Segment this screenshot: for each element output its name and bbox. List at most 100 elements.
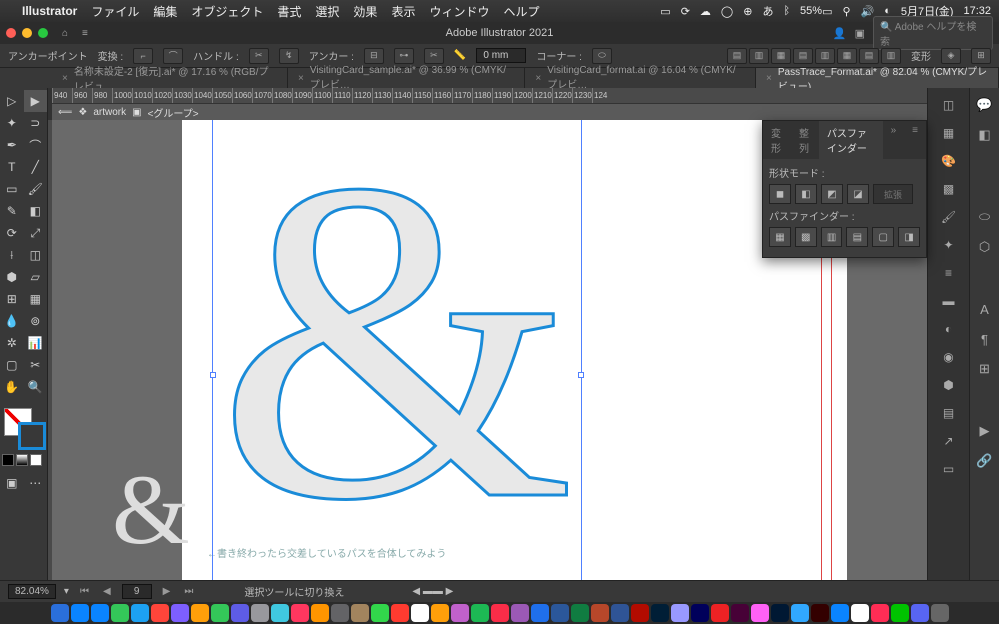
rectangle-tool[interactable]: ▭ xyxy=(0,178,24,200)
color-mode-btn[interactable] xyxy=(2,454,14,466)
panel-menu-icon[interactable]: ≡ xyxy=(904,121,926,159)
brushes-panel-icon[interactable]: 🖌 xyxy=(939,208,959,226)
convert-corner-btn[interactable]: ⌐ xyxy=(133,48,153,64)
perspective-tool[interactable]: ▱ xyxy=(24,266,48,288)
status-icon[interactable]: ☁ xyxy=(700,5,711,18)
close-tab-icon[interactable]: × xyxy=(298,73,304,84)
asset-export-panel-icon[interactable]: ↗ xyxy=(939,432,959,450)
artboard-prev-btn[interactable]: ◀ xyxy=(100,586,114,597)
graph-tool[interactable]: 📊 xyxy=(24,332,48,354)
menu-edit[interactable]: 編集 xyxy=(153,3,177,20)
panel-icon[interactable]: ▶ xyxy=(976,422,994,440)
line-icon[interactable]: ◯ xyxy=(721,5,733,18)
align-btn[interactable]: ▤ xyxy=(727,48,747,64)
ruler-horizontal[interactable]: 9409609801000101010201030104010501060107… xyxy=(52,88,927,104)
artboards-panel-icon[interactable]: ▭ xyxy=(939,460,959,478)
menu-file[interactable]: ファイル xyxy=(91,3,139,20)
pathfinder-expand-btn[interactable]: 拡張 xyxy=(873,184,913,204)
isolate-btn[interactable]: ◈ xyxy=(941,48,961,64)
close-tab-icon[interactable]: × xyxy=(766,73,772,84)
dock-app-icon[interactable] xyxy=(791,604,809,622)
dock-app-icon[interactable] xyxy=(131,604,149,622)
swatches-panel-icon[interactable]: ▩ xyxy=(939,180,959,198)
document-tab[interactable]: ×PassTrace_Format.ai* @ 82.04 % (CMYK/プレ… xyxy=(756,68,999,88)
lasso-tool[interactable]: ⊃ xyxy=(24,112,48,134)
scale-tool[interactable]: ⤢ xyxy=(24,222,48,244)
status-icon[interactable]: ⊕ xyxy=(743,5,752,18)
menu-icon[interactable]: ≡ xyxy=(82,28,88,39)
dock-app-icon[interactable] xyxy=(651,604,669,622)
selection-handle[interactable] xyxy=(210,372,216,378)
panel-icon[interactable]: A xyxy=(976,300,994,318)
align-btn[interactable]: ▦ xyxy=(837,48,857,64)
hand-tool[interactable]: ✋ xyxy=(0,376,24,398)
selection-bounding-box[interactable] xyxy=(212,120,582,580)
user-icon[interactable]: 👤 xyxy=(833,27,847,40)
fill-stroke-swatches[interactable] xyxy=(0,404,47,452)
pen-tool[interactable]: ✒ xyxy=(0,134,24,156)
dock-app-icon[interactable] xyxy=(471,604,489,622)
document-tab[interactable]: ×VisitingCard_sample.ai* @ 36.99 % (CMYK… xyxy=(288,68,525,88)
artboard-tool[interactable]: ▢ xyxy=(0,354,24,376)
dock-app-icon[interactable] xyxy=(51,604,69,622)
dock-app-icon[interactable] xyxy=(451,604,469,622)
anchor-connect-btn[interactable]: ⊶ xyxy=(394,48,414,64)
blend-tool[interactable]: ⊚ xyxy=(24,310,48,332)
dock-app-icon[interactable] xyxy=(811,604,829,622)
panel-tab-align[interactable]: 整列 xyxy=(791,121,819,159)
panel-icon[interactable]: ⬭ xyxy=(976,208,994,226)
panel-icon[interactable]: ¶ xyxy=(976,330,994,348)
comments-icon[interactable]: 💬 xyxy=(976,96,994,114)
selection-handle[interactable] xyxy=(578,372,584,378)
home-button[interactable]: ⌂ xyxy=(62,28,68,39)
status-icon[interactable]: ▭ xyxy=(660,5,670,18)
dock-app-icon[interactable] xyxy=(351,604,369,622)
close-tab-icon[interactable]: × xyxy=(535,73,541,84)
dock-app-icon[interactable] xyxy=(151,604,169,622)
handle-btn[interactable]: ↯ xyxy=(279,48,299,64)
dock-app-icon[interactable] xyxy=(71,604,89,622)
status-icon[interactable]: ⟳ xyxy=(681,5,690,18)
pathfinder-merge-btn[interactable]: ▥ xyxy=(821,227,843,247)
convert-smooth-btn[interactable]: ⌒ xyxy=(163,48,183,64)
dock-app-icon[interactable] xyxy=(91,604,109,622)
magic-wand-tool[interactable]: ✦ xyxy=(0,112,24,134)
dock-app-icon[interactable] xyxy=(611,604,629,622)
breadcrumb-layer[interactable]: artwork xyxy=(93,107,126,118)
app-menu[interactable]: Illustrator xyxy=(22,4,77,18)
dock-app-icon[interactable] xyxy=(751,604,769,622)
width-tool[interactable]: ⟊ xyxy=(0,244,24,266)
battery-indicator[interactable]: 55% ▭ xyxy=(800,5,832,18)
dock-app-icon[interactable] xyxy=(911,604,929,622)
close-tab-icon[interactable]: × xyxy=(62,73,68,84)
panel-icon[interactable]: ⊞ xyxy=(976,360,994,378)
isolation-breadcrumb[interactable]: ⟸ ❖ artwork ▣ <グループ> xyxy=(52,104,927,120)
align-btn[interactable]: ▥ xyxy=(881,48,901,64)
gradient-mode-btn[interactable] xyxy=(16,454,28,466)
eraser-tool[interactable]: ◧ xyxy=(24,200,48,222)
pathfinder-trim-btn[interactable]: ▩ xyxy=(795,227,817,247)
dock-app-icon[interactable] xyxy=(291,604,309,622)
pathfinder-divide-btn[interactable]: ▦ xyxy=(769,227,791,247)
appearance-panel-icon[interactable]: ◉ xyxy=(939,348,959,366)
zoom-tool[interactable]: 🔍 xyxy=(24,376,48,398)
dock-app-icon[interactable] xyxy=(271,604,289,622)
dock-app-icon[interactable] xyxy=(391,604,409,622)
properties-panel-icon[interactable]: ◫ xyxy=(939,96,959,114)
cloud-icon[interactable]: ▣ xyxy=(855,27,865,40)
dock-app-icon[interactable] xyxy=(771,604,789,622)
dock-app-icon[interactable] xyxy=(671,604,689,622)
dock-app-icon[interactable] xyxy=(431,604,449,622)
artboard-number-field[interactable]: 9 xyxy=(122,584,152,599)
menu-view[interactable]: 表示 xyxy=(391,3,415,20)
links-panel-icon[interactable]: 🔗 xyxy=(976,452,994,470)
symbols-panel-icon[interactable]: ✦ xyxy=(939,236,959,254)
color-panel-icon[interactable]: 🎨 xyxy=(939,152,959,170)
dock-app-icon[interactable] xyxy=(731,604,749,622)
artboard-next-btn[interactable]: ▶ xyxy=(160,586,174,597)
symbol-sprayer-tool[interactable]: ✲ xyxy=(0,332,24,354)
menu-object[interactable]: オブジェクト xyxy=(191,3,263,20)
panel-collapse-icon[interactable]: » xyxy=(883,121,905,159)
screen-mode-btn[interactable]: ▣ xyxy=(0,472,24,494)
document-tab[interactable]: ×名称未設定-2 [復元].ai* @ 17.16 % (RGB/プレビュ… xyxy=(52,68,288,88)
